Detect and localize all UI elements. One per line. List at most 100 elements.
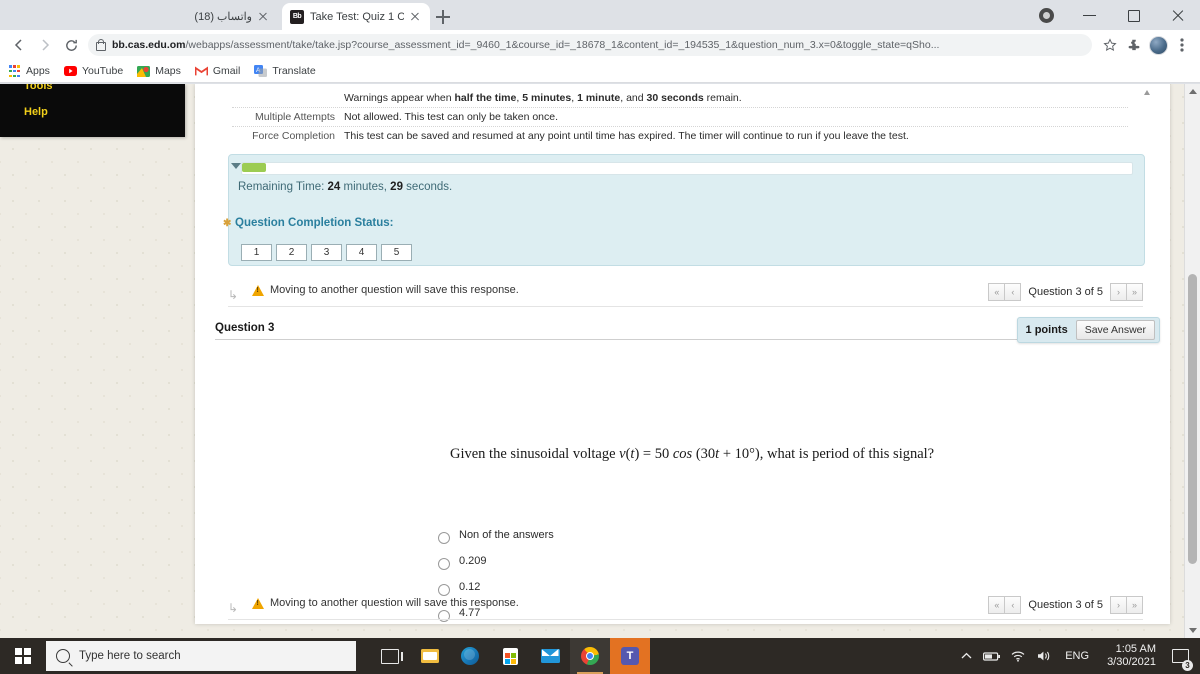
radio-button[interactable] bbox=[438, 532, 450, 544]
question-number-button[interactable]: 3 bbox=[311, 244, 342, 261]
inner-scroll-up-icon[interactable] bbox=[1144, 90, 1150, 95]
reload-button[interactable] bbox=[58, 32, 84, 58]
chevron-down-icon bbox=[1188, 628, 1197, 633]
file-explorer-button[interactable] bbox=[410, 638, 450, 674]
taskbar-apps: T bbox=[370, 638, 650, 674]
browser-tab-whatsapp[interactable]: واتساب (18) bbox=[118, 3, 278, 30]
last-question-button[interactable]: » bbox=[1127, 596, 1143, 614]
forward-button[interactable] bbox=[32, 32, 58, 58]
taskbar-search-input[interactable]: Type here to search bbox=[46, 641, 356, 671]
question-number-button[interactable]: 4 bbox=[346, 244, 377, 261]
chevron-up-icon bbox=[1188, 89, 1197, 94]
chrome-icon bbox=[581, 647, 599, 665]
points-and-save-box: 1 points Save Answer bbox=[1016, 317, 1160, 343]
battery-icon[interactable] bbox=[979, 638, 1005, 674]
table-row: Force Completion This test can be saved … bbox=[232, 127, 1128, 145]
close-window-button[interactable] bbox=[1156, 0, 1200, 30]
question-number-button[interactable]: 2 bbox=[276, 244, 307, 261]
question-number-button[interactable]: 1 bbox=[241, 244, 272, 261]
remaining-time-label: Remaining Time: bbox=[238, 181, 325, 193]
screen: واتساب (18) Bb Take Test: Quiz 1 CT2 – C… bbox=[0, 0, 1200, 674]
bookmark-star-icon[interactable] bbox=[1098, 33, 1122, 57]
bookmark-maps[interactable]: Maps bbox=[137, 65, 181, 78]
last-question-button[interactable]: » bbox=[1127, 283, 1143, 301]
divider bbox=[215, 339, 1155, 340]
scroll-up-button[interactable] bbox=[1185, 84, 1200, 99]
help-link[interactable]: Help bbox=[24, 106, 48, 118]
collapse-caret-icon[interactable] bbox=[231, 163, 241, 169]
prev-question-button[interactable]: ‹ bbox=[1005, 596, 1022, 614]
profile-avatar[interactable] bbox=[1146, 33, 1170, 57]
answer-option-label: Non of the answers bbox=[459, 529, 554, 541]
notification-center-button[interactable]: 3 bbox=[1166, 638, 1194, 674]
info-label: Multiple Attempts bbox=[255, 111, 335, 123]
info-label: Force Completion bbox=[252, 130, 335, 142]
remaining-minutes: 24 bbox=[327, 181, 341, 193]
url-host: bb.cas.edu.om bbox=[112, 39, 186, 51]
windows-logo-icon bbox=[15, 648, 31, 664]
scrollbar-thumb[interactable] bbox=[1188, 274, 1197, 564]
task-view-button[interactable] bbox=[370, 638, 410, 674]
start-button[interactable] bbox=[0, 638, 46, 674]
bookmark-label: YouTube bbox=[81, 65, 124, 77]
extensions-puzzle-icon[interactable] bbox=[1122, 33, 1146, 57]
question-counter: Question 3 of 5 bbox=[1028, 599, 1103, 611]
microsoft-teams-button[interactable]: T bbox=[610, 638, 650, 674]
minimize-button[interactable] bbox=[1068, 0, 1112, 30]
question-nav-top: ↳ Moving to another question will save t… bbox=[228, 279, 1143, 307]
first-question-button[interactable]: « bbox=[988, 596, 1006, 614]
volume-icon[interactable] bbox=[1031, 638, 1057, 674]
bookmark-youtube[interactable]: YouTube bbox=[63, 65, 124, 78]
store-icon bbox=[502, 647, 518, 665]
save-warning-text: Moving to another question will save thi… bbox=[270, 597, 519, 609]
cos-function: cos bbox=[672, 446, 693, 462]
google-chrome-button[interactable] bbox=[570, 638, 610, 674]
window-controls bbox=[1039, 0, 1200, 30]
show-hidden-icons-button[interactable] bbox=[953, 638, 979, 674]
question-text-p1: Given the sinusoidal voltage bbox=[450, 446, 620, 462]
test-content-card: Warnings appear when half the time, 5 mi… bbox=[195, 84, 1170, 624]
close-icon[interactable] bbox=[408, 10, 422, 24]
url-text: bb.cas.edu.om/webapps/assessment/take/ta… bbox=[112, 39, 1084, 51]
minutes-word: minutes, bbox=[343, 181, 387, 193]
microsoft-edge-button[interactable] bbox=[450, 638, 490, 674]
page-scrollbar[interactable] bbox=[1184, 84, 1200, 638]
address-bar[interactable]: bb.cas.edu.om/webapps/assessment/take/ta… bbox=[88, 34, 1092, 56]
bookmark-translate[interactable]: A Translate bbox=[254, 65, 316, 78]
maximize-button[interactable] bbox=[1112, 0, 1156, 30]
answer-option[interactable]: 0.209 bbox=[438, 548, 554, 574]
close-icon[interactable] bbox=[256, 10, 270, 24]
mail-button[interactable] bbox=[530, 638, 570, 674]
clock[interactable]: 1:05 AM 3/30/2021 bbox=[1097, 643, 1166, 669]
back-button[interactable] bbox=[6, 32, 32, 58]
save-answer-button[interactable]: Save Answer bbox=[1075, 320, 1155, 340]
question-completion-status-link[interactable]: ✱ Question Completion Status: bbox=[223, 217, 393, 229]
timer-panel: Remaining Time: 24 minutes, 29 seconds. … bbox=[223, 154, 1145, 266]
avatar bbox=[1148, 35, 1168, 55]
first-question-button[interactable]: « bbox=[988, 283, 1006, 301]
save-warning-text: Moving to another question will save thi… bbox=[270, 284, 519, 296]
question-number-list: 1 2 3 4 5 bbox=[241, 244, 416, 261]
question-number-button[interactable]: 5 bbox=[381, 244, 412, 261]
search-icon bbox=[56, 649, 70, 663]
bookmark-apps[interactable]: Apps bbox=[8, 64, 50, 78]
next-question-button[interactable]: › bbox=[1110, 596, 1127, 614]
radio-button[interactable] bbox=[438, 558, 450, 570]
browser-tab-take-test[interactable]: Bb Take Test: Quiz 1 CT2 – Circuits T bbox=[282, 3, 430, 30]
prev-question-button[interactable]: ‹ bbox=[1005, 283, 1022, 301]
microsoft-store-button[interactable] bbox=[490, 638, 530, 674]
answer-option[interactable]: Non of the answers bbox=[438, 522, 554, 548]
profile-indicator-icon[interactable] bbox=[1039, 7, 1054, 23]
language-indicator[interactable]: ENG bbox=[1057, 650, 1097, 662]
bookmark-gmail[interactable]: Gmail bbox=[194, 65, 240, 78]
table-row: Multiple Attempts Not allowed. This test… bbox=[232, 108, 1128, 127]
chrome-menu-icon[interactable] bbox=[1170, 33, 1194, 57]
next-question-button[interactable]: › bbox=[1110, 283, 1127, 301]
notification-count-badge: 3 bbox=[1182, 660, 1193, 671]
save-arrow-icon: ↳ bbox=[228, 601, 239, 615]
scroll-down-button[interactable] bbox=[1185, 623, 1200, 638]
new-tab-button[interactable] bbox=[432, 6, 454, 28]
tools-link[interactable]: Tools bbox=[24, 84, 53, 92]
browser-toolbar: bb.cas.edu.om/webapps/assessment/take/ta… bbox=[0, 30, 1200, 60]
wifi-icon[interactable] bbox=[1005, 638, 1031, 674]
